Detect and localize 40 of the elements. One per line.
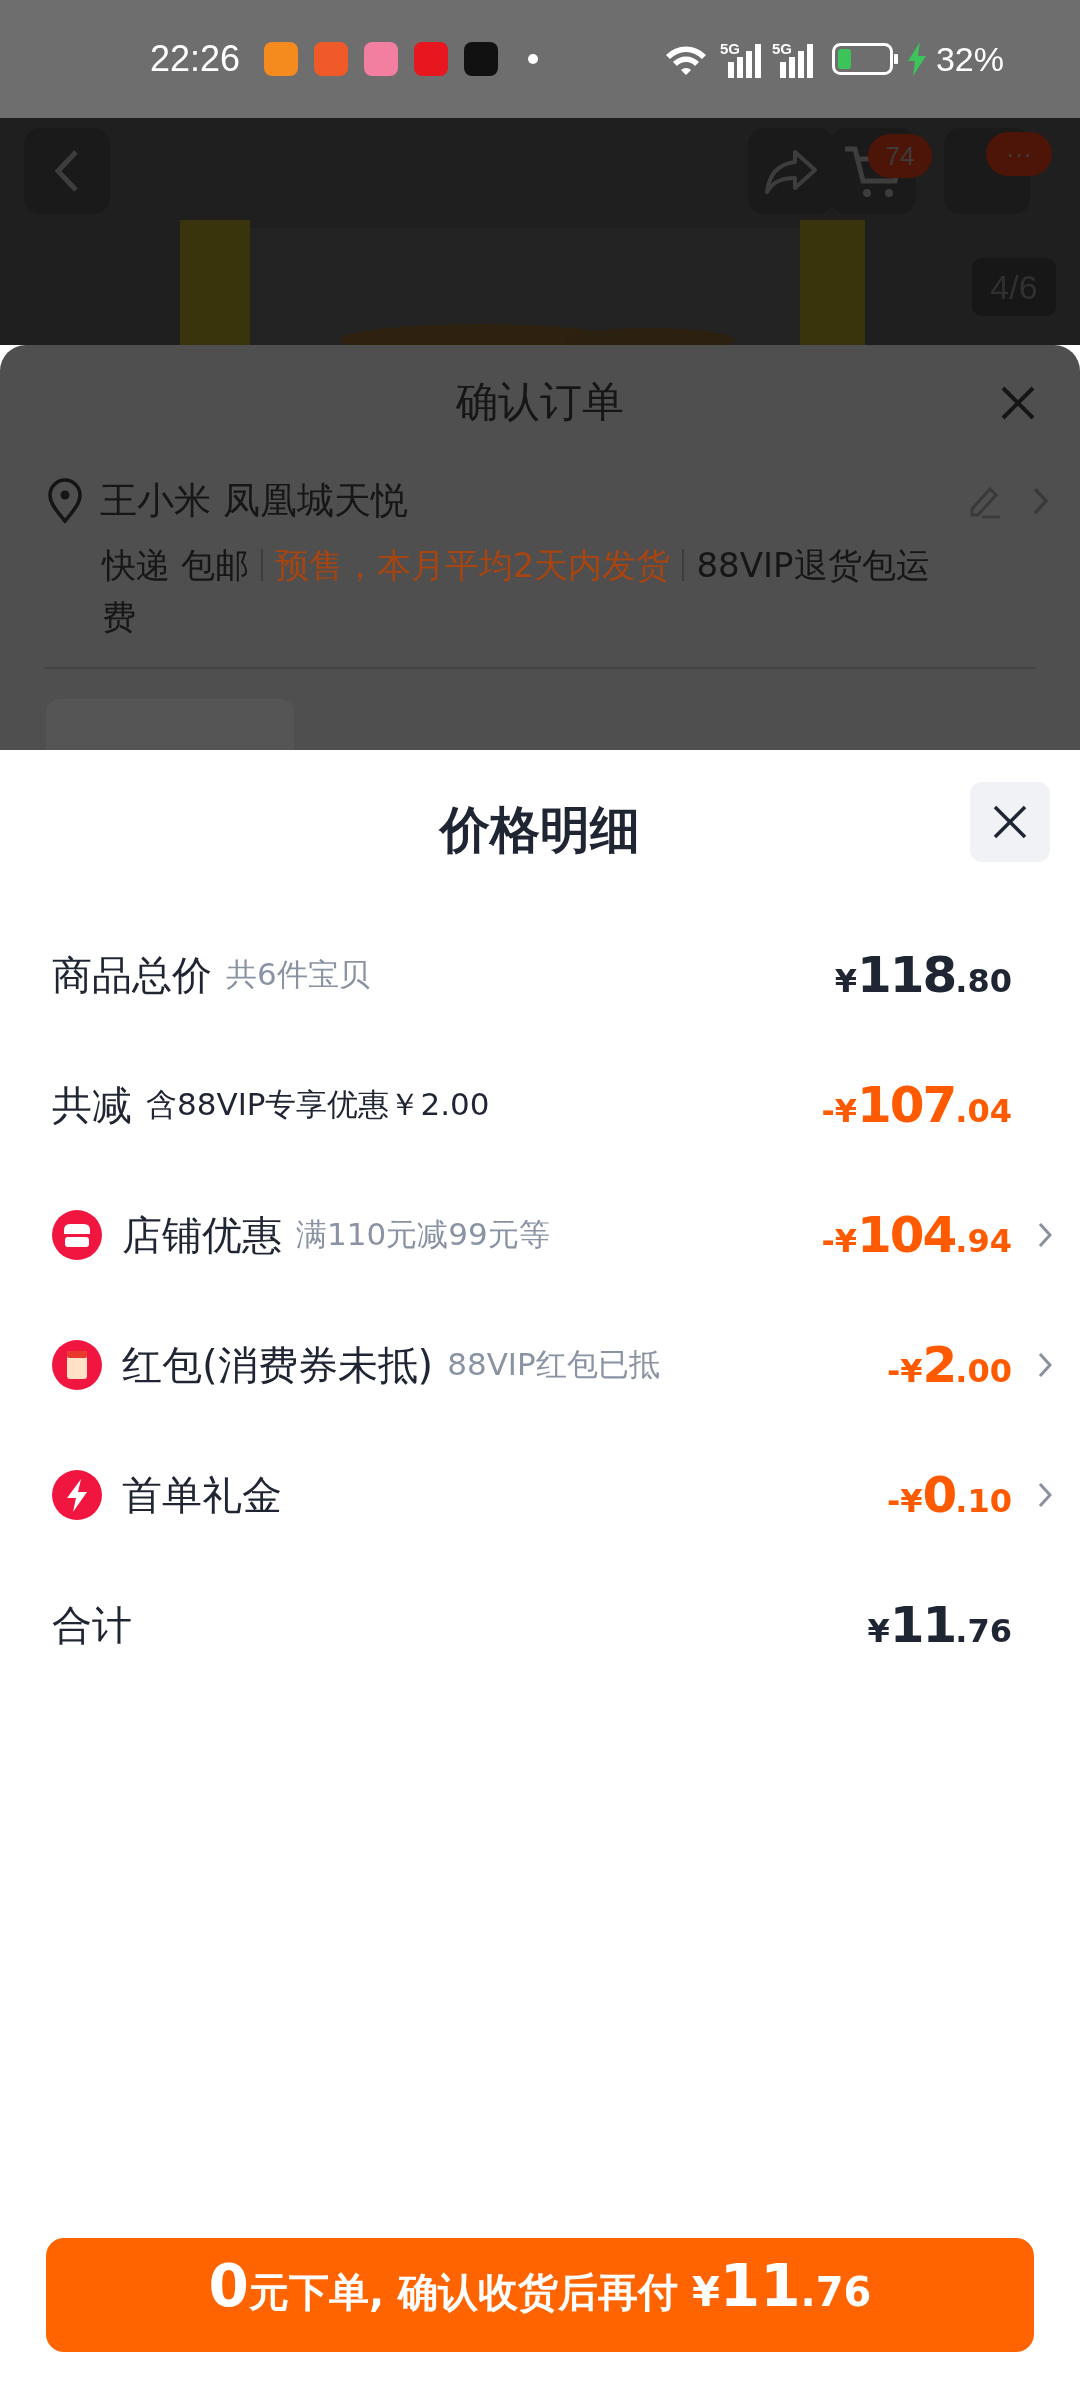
chevron-icon[interactable] <box>1038 1222 1052 1248</box>
close-icon <box>1000 385 1036 421</box>
chevron-icon[interactable] <box>1038 1482 1052 1508</box>
network-label: 5G <box>771 40 792 57</box>
price-label: 首单礼金 <box>122 1470 282 1520</box>
chevron-icon[interactable] <box>1038 1352 1052 1378</box>
dot-icon <box>528 54 539 64</box>
clock-time: 22:26 <box>150 38 241 80</box>
price-note: 含88VIP专享优惠￥2.00 <box>146 1085 490 1124</box>
price-label: 商品总价 <box>52 950 212 1000</box>
delivery-info-text: 快递 包邮 预售，本月平均2天内发货 88VIP退货包运费 <box>100 544 931 639</box>
price-label: 合计 <box>52 1600 132 1650</box>
price-amount[interactable]: -¥0.10 <box>886 1466 1012 1524</box>
price-note: 共6件宝贝 <box>226 955 370 994</box>
price-label: 店铺优惠 <box>122 1210 282 1260</box>
network-label: 5G <box>719 40 740 57</box>
lightning-icon <box>52 1470 102 1520</box>
close-button[interactable] <box>970 782 1050 862</box>
pay-button[interactable]: 0元下单, 确认收货后再付 ¥11.76 <box>46 2238 1034 2352</box>
battery-percent: 32% <box>935 39 1004 79</box>
price-label: 红包(消费券未抵) <box>122 1340 434 1390</box>
share-icon <box>763 148 819 194</box>
price-label: 共减 <box>52 1080 132 1130</box>
price-amount[interactable]: -¥2.00 <box>886 1336 1012 1394</box>
price-amount[interactable]: -¥104.94 <box>821 1206 1012 1264</box>
price-amount: ¥11.76 <box>867 1596 1012 1654</box>
close-icon <box>992 804 1028 840</box>
store-icon <box>52 1210 102 1260</box>
battery-icon <box>831 43 898 75</box>
price-amount: ¥118.80 <box>834 946 1012 1004</box>
price-note: 88VIP红包已抵 <box>447 1345 660 1384</box>
address-text[interactable]: 王小米 凤凰城天悦 <box>100 476 408 526</box>
sheet-title: 确认订单 <box>456 376 624 428</box>
envelope-icon <box>52 1340 102 1390</box>
share-button[interactable] <box>748 128 834 214</box>
price-amount: -¥107.04 <box>821 1076 1012 1134</box>
location-pin-icon <box>46 478 84 524</box>
back-button[interactable] <box>24 128 110 214</box>
sheet-title: 价格明细 <box>440 799 640 861</box>
price-note: 满110元减99元等 <box>296 1215 550 1254</box>
